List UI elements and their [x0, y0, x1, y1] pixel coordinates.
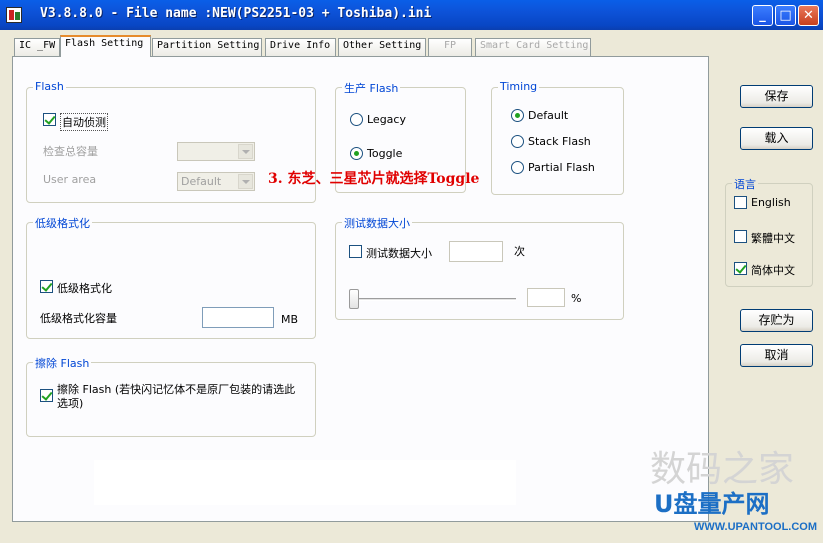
check-capacity-label: 检查总容量: [43, 145, 98, 158]
test-data-percent-input[interactable]: [527, 288, 565, 307]
watermark-line2: U盘量产网: [654, 490, 770, 518]
test-data-count-input[interactable]: [449, 241, 503, 262]
test-data-slider-thumb[interactable]: [349, 289, 359, 309]
toggle-radio[interactable]: [350, 147, 363, 160]
simplified-chinese-label: 简体中文: [751, 264, 795, 277]
flash-group-legend: Flash: [33, 80, 66, 93]
test-data-percent-unit: %: [571, 292, 582, 305]
close-button[interactable]: ✕: [798, 5, 819, 26]
test-data-group: 测试数据大小 测试数据大小 次 %: [335, 215, 624, 320]
low-format-capacity-label: 低级格式化容量: [40, 312, 117, 325]
save-as-button[interactable]: 存贮为: [740, 309, 813, 332]
user-area-label: User area: [43, 173, 97, 186]
test-data-count-unit: 次: [514, 245, 525, 258]
tab-partition-setting[interactable]: Partition Setting: [152, 38, 262, 56]
blank-box: [94, 460, 516, 505]
legacy-label: Legacy: [367, 113, 406, 126]
stack-flash-label: Stack Flash: [528, 135, 591, 148]
language-legend: 语言: [732, 176, 758, 192]
low-format-capacity-input[interactable]: [202, 307, 274, 328]
test-data-label: 测试数据大小: [366, 247, 432, 260]
timing-group: Timing Default Stack Flash Partial Flash: [491, 80, 624, 195]
cancel-button[interactable]: 取消: [740, 344, 813, 367]
test-data-checkbox[interactable]: [349, 245, 362, 258]
timing-legend: Timing: [498, 80, 540, 93]
simplified-chinese-checkbox[interactable]: [734, 262, 747, 275]
user-area-value: Default: [181, 175, 222, 188]
stack-flash-radio[interactable]: [511, 135, 524, 148]
traditional-chinese-checkbox[interactable]: [734, 230, 747, 243]
toggle-label: Toggle: [367, 147, 403, 160]
timing-default-radio[interactable]: [511, 109, 524, 122]
tab-drive-info[interactable]: Drive Info: [265, 38, 336, 56]
maximize-button[interactable]: □: [775, 5, 796, 26]
window-title: V3.8.8.0 - File name :NEW(PS2251-03 + To…: [40, 6, 432, 21]
save-button[interactable]: 保存: [740, 85, 813, 108]
english-checkbox[interactable]: [734, 196, 747, 209]
auto-detect-label: 自动侦测: [60, 113, 108, 131]
traditional-chinese-label: 繁體中文: [751, 232, 795, 245]
low-format-label: 低级格式化: [57, 282, 112, 295]
tab-fp[interactable]: FP: [428, 38, 472, 56]
erase-flash-label: 擦除 Flash (若快闪记忆体不是原厂包装的请选此选项): [57, 383, 296, 410]
chevron-down-icon[interactable]: [238, 174, 253, 189]
language-group: 语言 English 繁體中文 简体中文: [725, 176, 813, 287]
instruction-annotation: 3. 东芝、三星芯片就选择Toggle: [268, 171, 480, 187]
title-bar: V3.8.8.0 - File name :NEW(PS2251-03 + To…: [0, 0, 823, 30]
erase-flash-group: 擦除 Flash 擦除 Flash (若快闪记忆体不是原厂包装的请选此选项): [26, 355, 316, 437]
low-format-unit: MB: [281, 313, 299, 326]
tab-smart-card-setting[interactable]: Smart Card Setting: [475, 38, 591, 56]
test-data-legend: 测试数据大小: [342, 215, 412, 231]
production-flash-legend: 生产 Flash: [342, 80, 401, 96]
test-data-slider-track[interactable]: [352, 298, 516, 301]
low-format-checkbox[interactable]: [40, 280, 53, 293]
app-icon: [6, 7, 22, 23]
load-button[interactable]: 载入: [740, 127, 813, 150]
tab-ic-fw[interactable]: IC _FW: [14, 38, 60, 56]
tab-flash-setting[interactable]: Flash Setting: [60, 35, 151, 57]
user-area-select[interactable]: Default: [177, 172, 255, 191]
auto-detect-checkbox[interactable]: [43, 113, 56, 126]
flash-setting-panel: Flash 自动侦测 检查总容量 User area Default 生产 Fl…: [12, 56, 709, 522]
minimize-button[interactable]: _: [752, 5, 773, 26]
timing-default-label: Default: [528, 109, 569, 122]
partial-flash-label: Partial Flash: [528, 161, 595, 174]
erase-flash-legend: 擦除 Flash: [33, 355, 92, 371]
partial-flash-radio[interactable]: [511, 161, 524, 174]
legacy-radio[interactable]: [350, 113, 363, 126]
watermark-url: WWW.UPANTOOL.COM: [694, 521, 818, 533]
chevron-down-icon[interactable]: [238, 144, 253, 159]
tab-other-setting[interactable]: Other Setting: [338, 38, 426, 56]
check-capacity-select[interactable]: [177, 142, 255, 161]
english-label: English: [751, 196, 791, 209]
erase-flash-checkbox[interactable]: [40, 389, 53, 402]
low-format-legend: 低级格式化: [33, 215, 92, 231]
low-format-group: 低级格式化 低级格式化 低级格式化容量 MB: [26, 215, 316, 339]
